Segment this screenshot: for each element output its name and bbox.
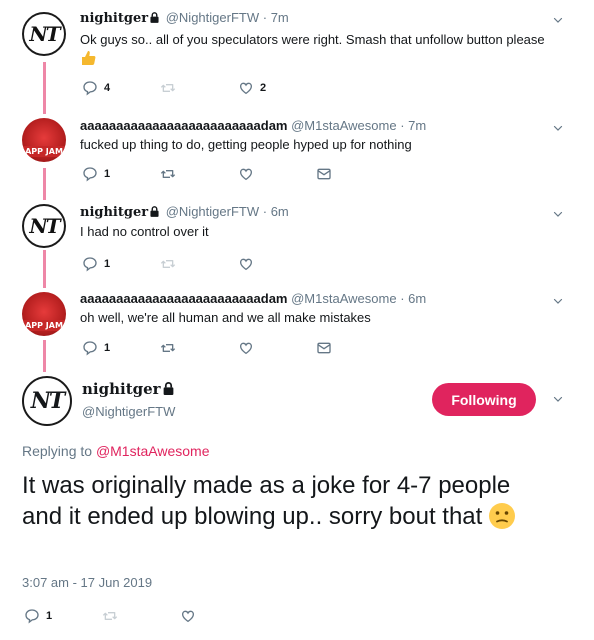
chevron-down-icon[interactable]: [552, 122, 564, 134]
lock-icon: [163, 382, 174, 395]
replying-to: Replying to @M1staAwesome: [22, 443, 210, 459]
avatar[interactable]: NT: [22, 376, 72, 426]
tweet-text: oh well, we're all human and we all make…: [80, 310, 371, 325]
lock-icon: [150, 12, 159, 23]
display-name[interactable]: aaaaaaaaaaaaaaaaaaaaaaaaadam: [80, 291, 287, 306]
like-button[interactable]: [180, 608, 196, 624]
thumbs-up-emoji-icon: [82, 51, 96, 65]
retweet-icon: [160, 256, 176, 272]
reply-icon: [82, 166, 98, 182]
display-name[interactable]: nighitger: [80, 205, 148, 220]
tweet-4[interactable]: APP JAM aaaaaaaaaaaaaaaaaaaaaaaaadam @M1…: [0, 288, 594, 374]
tweet-header: aaaaaaaaaaaaaaaaaaaaaaaaadam @M1staAweso…: [80, 118, 426, 133]
like-count: 2: [260, 82, 267, 94]
dm-button[interactable]: [316, 166, 332, 182]
like-button[interactable]: [238, 256, 254, 272]
tweet-1[interactable]: NT nighitger @NightigerFTW · 7m Ok guys …: [0, 0, 594, 110]
dm-button[interactable]: [316, 340, 332, 356]
tweet-text: I had no control over it: [80, 224, 209, 239]
reply-icon: [24, 608, 40, 624]
retweet-icon: [160, 80, 176, 96]
tweet-text: Ok guys so.. all of you speculators were…: [80, 30, 550, 68]
reply-count: 1: [104, 258, 111, 270]
handle[interactable]: @M1staAwesome: [291, 291, 396, 306]
handle[interactable]: @NightigerFTW: [166, 10, 259, 25]
separator: ·: [400, 118, 405, 133]
like-button[interactable]: 2: [238, 80, 266, 96]
heart-icon: [180, 608, 196, 624]
tweet-3[interactable]: NT nighitger @NightigerFTW · 6m I had no…: [0, 200, 594, 288]
retweet-button[interactable]: [160, 80, 176, 96]
envelope-icon: [316, 340, 332, 356]
reply-count: 1: [104, 168, 111, 180]
heart-icon: [238, 340, 254, 356]
reply-count: 4: [104, 82, 111, 94]
display-name[interactable]: nighitger: [80, 11, 148, 26]
tweet-header: nighitger @NightigerFTW · 6m: [80, 204, 289, 220]
handle[interactable]: @NightigerFTW: [82, 404, 177, 419]
tweet-2[interactable]: APP JAM aaaaaaaaaaaaaaaaaaaaaaaaadam @M1…: [0, 110, 594, 200]
chevron-down-icon[interactable]: [552, 393, 564, 405]
avatar[interactable]: APP JAM: [22, 118, 66, 162]
heart-icon: [238, 80, 254, 96]
reply-button[interactable]: 1: [24, 608, 52, 624]
handle[interactable]: @NightigerFTW: [166, 204, 259, 219]
replying-to-link[interactable]: @M1staAwesome: [96, 443, 210, 459]
retweet-button[interactable]: [160, 166, 176, 182]
heart-icon: [238, 166, 254, 182]
reply-button[interactable]: 4: [82, 80, 110, 96]
retweet-button[interactable]: [160, 340, 176, 356]
tweet-time[interactable]: 6m: [408, 291, 426, 306]
display-name[interactable]: aaaaaaaaaaaaaaaaaaaaaaaaadam: [80, 118, 287, 133]
chevron-down-icon[interactable]: [552, 14, 564, 26]
main-tweet-header: nighitger @NightigerFTW: [82, 380, 177, 419]
tweet-text: fucked up thing to do, getting people hy…: [80, 137, 412, 152]
avatar[interactable]: APP JAM: [22, 292, 66, 336]
confused-face-emoji-icon: [489, 503, 516, 529]
reply-icon: [82, 80, 98, 96]
tweet-time[interactable]: 6m: [271, 204, 289, 219]
heart-icon: [238, 256, 254, 272]
chevron-down-icon[interactable]: [552, 208, 564, 220]
retweet-button[interactable]: [102, 608, 118, 624]
main-tweet-text: It was originally made as a joke for 4-7…: [22, 470, 542, 532]
following-button[interactable]: Following: [432, 383, 536, 416]
like-button[interactable]: [238, 166, 254, 182]
tweet-header: nighitger @NightigerFTW · 7m: [80, 10, 289, 26]
tweet-time[interactable]: 7m: [408, 118, 426, 133]
lock-icon: [150, 206, 159, 217]
tweet-time[interactable]: 7m: [271, 10, 289, 25]
separator: ·: [262, 204, 268, 219]
tweet-header: aaaaaaaaaaaaaaaaaaaaaaaaadam @M1staAweso…: [80, 291, 426, 306]
reply-count: 1: [104, 342, 111, 354]
display-name[interactable]: nighitger: [82, 380, 161, 398]
avatar[interactable]: NT: [22, 12, 66, 56]
reply-button[interactable]: 1: [82, 166, 110, 182]
separator: ·: [400, 291, 405, 306]
reply-button[interactable]: 1: [82, 340, 110, 356]
chevron-down-icon[interactable]: [552, 295, 564, 307]
reply-count: 1: [46, 610, 53, 622]
retweet-icon: [102, 608, 118, 624]
separator: ·: [262, 10, 268, 25]
retweet-button[interactable]: [160, 256, 176, 272]
envelope-icon: [316, 166, 332, 182]
reply-button[interactable]: 1: [82, 256, 110, 272]
retweet-icon: [160, 166, 176, 182]
reply-icon: [82, 256, 98, 272]
retweet-icon: [160, 340, 176, 356]
like-button[interactable]: [238, 340, 254, 356]
tweet-timestamp[interactable]: 3:07 am - 17 Jun 2019: [22, 575, 152, 590]
avatar[interactable]: NT: [22, 204, 66, 248]
reply-icon: [82, 340, 98, 356]
handle[interactable]: @M1staAwesome: [291, 118, 396, 133]
